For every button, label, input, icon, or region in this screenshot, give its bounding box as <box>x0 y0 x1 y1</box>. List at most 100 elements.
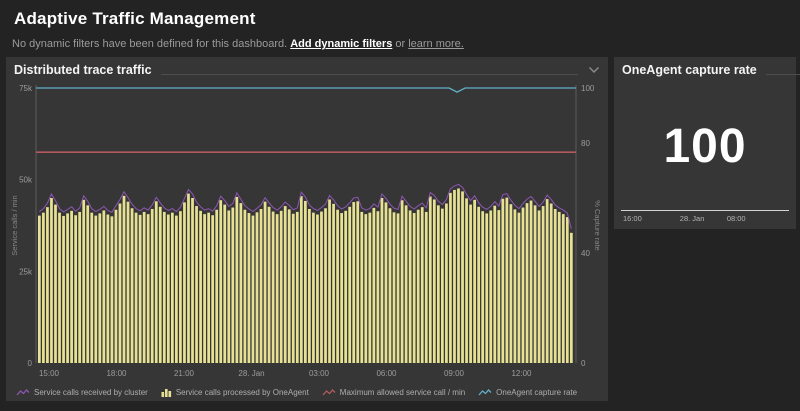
traffic-bar <box>522 208 525 363</box>
capture-rate-tile: OneAgent capture rate 100 16:00 28. Jan … <box>614 57 796 229</box>
traffic-bar <box>252 216 255 363</box>
traffic-bar <box>469 205 472 363</box>
traffic-bar <box>240 203 243 363</box>
traffic-bar <box>485 213 488 363</box>
traffic-bar <box>46 207 49 363</box>
traffic-bar <box>393 212 396 363</box>
traffic-bar <box>191 198 194 363</box>
traffic-bar <box>425 212 428 363</box>
traffic-bar <box>159 207 162 363</box>
traffic-bar <box>489 210 492 363</box>
legend-item-received[interactable]: Service calls received by cluster <box>16 388 148 397</box>
capture-rate-value-wrap: 100 <box>614 107 796 185</box>
traffic-bar <box>417 210 420 363</box>
filter-or-text: or <box>395 38 405 50</box>
traffic-bar <box>288 209 291 363</box>
traffic-bar <box>300 196 303 363</box>
traffic-bar <box>42 213 45 363</box>
traffic-bar <box>364 214 367 363</box>
traffic-bar <box>256 212 259 363</box>
traffic-bar <box>546 199 549 363</box>
legend-item-max-allowed[interactable]: Maximum allowed service call / min <box>322 388 465 397</box>
x-axis-tick: 18:00 <box>106 369 127 378</box>
legend-item-capture-rate[interactable]: OneAgent capture rate <box>478 388 577 397</box>
traffic-bar <box>308 209 311 363</box>
traffic-bar <box>562 214 565 363</box>
capture-rate-sparkline <box>621 210 789 211</box>
traffic-bar <box>86 205 89 363</box>
traffic-bar <box>473 200 476 363</box>
traffic-bar <box>493 206 496 363</box>
time-tick: 28. Jan <box>680 214 705 223</box>
learn-more-link[interactable]: learn more. <box>408 38 464 50</box>
traffic-bar <box>296 212 299 363</box>
traffic-bar <box>203 214 206 363</box>
traffic-bar <box>348 207 351 363</box>
traffic-bar <box>111 216 114 363</box>
tile-name-underline <box>766 74 800 75</box>
traffic-bar <box>78 212 81 363</box>
traffic-bar <box>457 188 460 363</box>
traffic-bar <box>107 215 110 364</box>
left-axis-title: Service calls / min <box>10 195 19 255</box>
bar-series-icon <box>161 388 172 397</box>
traffic-bar <box>538 210 541 363</box>
traffic-bar <box>268 207 271 363</box>
tile-options-button[interactable] <box>586 63 602 77</box>
traffic-bar <box>312 213 315 363</box>
traffic-bar <box>381 198 384 363</box>
dashboard-header: Adaptive Traffic Management <box>0 0 800 29</box>
legend-label: Service calls received by cluster <box>34 388 148 397</box>
traffic-bar <box>70 211 73 363</box>
trace-traffic-chart[interactable]: 75k50k25k010080400Service calls / min% C… <box>6 57 608 401</box>
capture-rate-tile-header: OneAgent capture rate <box>614 57 796 77</box>
traffic-bar <box>219 200 222 363</box>
traffic-bar <box>151 209 154 363</box>
traffic-bar <box>147 214 150 363</box>
traffic-bar <box>54 205 57 363</box>
traffic-bar <box>356 201 359 363</box>
traffic-bar <box>360 212 363 363</box>
traffic-bar <box>248 213 251 363</box>
legend-item-processed[interactable]: Service calls processed by OneAgent <box>161 388 309 397</box>
chevron-down-icon <box>588 66 600 74</box>
traffic-bar <box>441 209 444 363</box>
add-dynamic-filters-link[interactable]: Add dynamic filters <box>290 38 392 50</box>
traffic-bar <box>119 204 122 364</box>
traffic-bar <box>461 191 464 363</box>
filter-message: No dynamic filters have been defined for… <box>12 38 287 50</box>
traffic-bar <box>235 197 238 363</box>
trace-traffic-tile-header: Distributed trace traffic <box>6 57 608 77</box>
traffic-bar <box>171 213 174 363</box>
traffic-bar <box>320 212 323 363</box>
traffic-bar <box>62 216 65 363</box>
line-series-icon <box>478 388 492 397</box>
trace-traffic-title: Distributed trace traffic <box>14 63 152 77</box>
capture-rate-value: 100 <box>663 119 746 174</box>
traffic-bar <box>211 215 214 363</box>
traffic-bar <box>332 204 335 363</box>
traffic-bar <box>409 210 412 363</box>
left-axis-tick: 50k <box>19 176 33 185</box>
traffic-bar <box>231 208 234 363</box>
x-axis-tick: 12:00 <box>511 369 532 378</box>
traffic-bar <box>135 213 138 363</box>
traffic-bar <box>38 216 41 363</box>
traffic-bar <box>324 208 327 363</box>
traffic-bar <box>336 210 339 363</box>
traffic-bar <box>510 204 513 363</box>
traffic-bar <box>352 202 355 363</box>
traffic-bar <box>139 215 142 363</box>
traffic-bar <box>143 212 146 363</box>
traffic-bar <box>207 213 210 363</box>
traffic-bar <box>66 213 69 363</box>
traffic-bar <box>328 199 331 363</box>
traffic-bar <box>558 212 561 363</box>
traffic-bar <box>437 205 440 363</box>
legend-label: OneAgent capture rate <box>496 388 577 397</box>
traffic-bar <box>90 213 93 363</box>
left-axis-tick: 0 <box>28 359 33 368</box>
sparkline-time-axis: 16:00 28. Jan 08:00 <box>621 214 789 224</box>
traffic-bar <box>340 213 343 363</box>
traffic-bar <box>453 190 456 363</box>
